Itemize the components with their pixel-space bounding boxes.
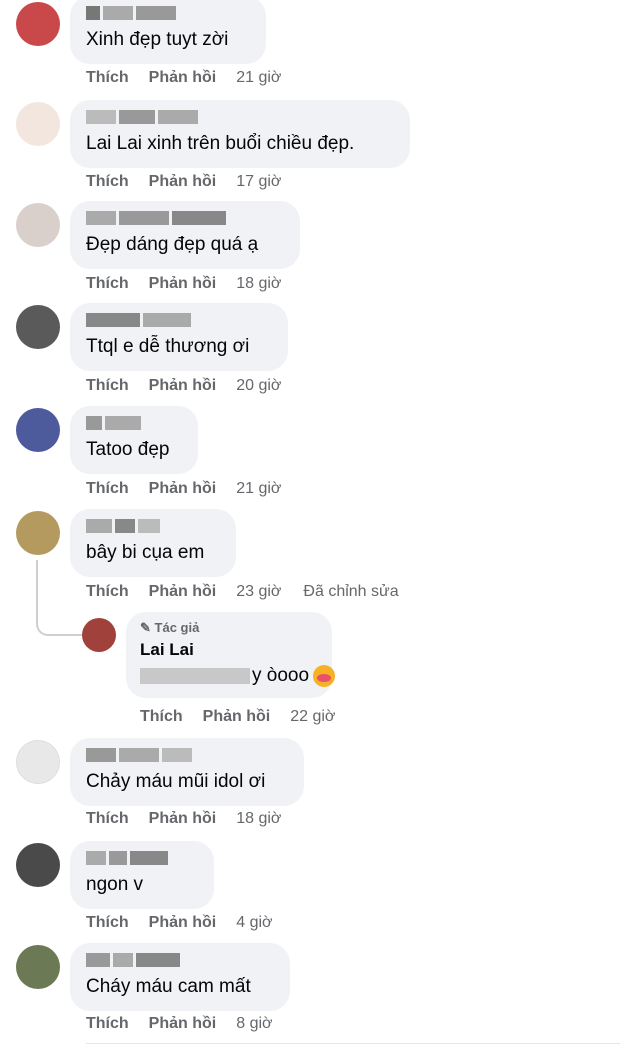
comment-bubble: Đẹp dáng đẹp quá ạ xyxy=(70,201,300,269)
commenter-name-blurred[interactable] xyxy=(86,313,272,327)
avatar[interactable] xyxy=(16,102,60,146)
reply-text-row: y òooo xyxy=(140,664,336,688)
comment-actions: Thích Phản hồi 18 giờ xyxy=(86,810,281,828)
avatar[interactable] xyxy=(82,618,116,652)
pen-icon: ✎ xyxy=(140,620,151,635)
comment-actions: Thích Phản hồi 17 giờ xyxy=(86,173,281,191)
reply-button[interactable]: Phản hồi xyxy=(203,708,271,725)
reply-button[interactable]: Phản hồi xyxy=(149,69,217,86)
like-button[interactable]: Thích xyxy=(86,583,129,600)
avatar[interactable] xyxy=(16,843,60,887)
avatar[interactable] xyxy=(16,945,60,989)
timestamp[interactable]: 8 giờ xyxy=(236,1015,272,1032)
comment-actions: Thích Phản hồi 4 giờ xyxy=(86,914,273,932)
comment-bubble: Cháy máu cam mất xyxy=(70,943,290,1011)
like-button[interactable]: Thích xyxy=(86,69,129,86)
reply-button[interactable]: Phản hồi xyxy=(149,583,217,600)
like-button[interactable]: Thích xyxy=(86,377,129,394)
like-button[interactable]: Thích xyxy=(86,914,129,931)
blurred-text xyxy=(140,667,250,684)
comment-bubble: Ttql e dễ thương ơi xyxy=(70,303,288,371)
commenter-name-blurred[interactable] xyxy=(86,211,284,225)
comment-bubble: Tatoo đẹp xyxy=(70,406,198,474)
timestamp[interactable]: 4 giờ xyxy=(236,914,272,931)
reply-button[interactable]: Phản hồi xyxy=(149,480,217,497)
reply-actions: Thích Phản hồi 22 giờ xyxy=(140,708,335,726)
comment-text: Tatoo đẹp xyxy=(86,439,170,460)
comment-text: ngon v xyxy=(86,874,144,895)
commenter-name-blurred[interactable] xyxy=(86,519,220,533)
comment-actions: Thích Phản hồi 8 giờ xyxy=(86,1015,273,1033)
avatar[interactable] xyxy=(16,2,60,46)
comment-text: Đẹp dáng đẹp quá ạ xyxy=(86,234,259,255)
comment-actions: Thích Phản hồi 18 giờ xyxy=(86,275,281,293)
comment-bubble: Xinh đẹp tuyt zời xyxy=(70,0,266,64)
reply-button[interactable]: Phản hồi xyxy=(149,914,217,931)
emoji-icon xyxy=(313,664,336,687)
commenter-name-blurred[interactable] xyxy=(86,748,288,762)
comment-text: Cháy máu cam mất xyxy=(86,976,251,997)
avatar[interactable] xyxy=(16,511,60,555)
comment-bubble: Lai Lai xinh trên buổi chiều đẹp. xyxy=(70,100,410,168)
reply-text: y òooo xyxy=(252,665,310,686)
reply-button[interactable]: Phản hồi xyxy=(149,275,217,292)
author-name[interactable]: Lai Lai xyxy=(140,640,318,660)
timestamp[interactable]: 17 giờ xyxy=(236,173,281,190)
commenter-name-blurred[interactable] xyxy=(86,6,250,20)
like-button[interactable]: Thích xyxy=(140,708,183,725)
reply-button[interactable]: Phản hồi xyxy=(149,173,217,190)
commenter-name-blurred[interactable] xyxy=(86,110,394,124)
comment-text: Xinh đẹp tuyt zời xyxy=(86,29,229,50)
commenter-name-blurred[interactable] xyxy=(86,851,198,865)
timestamp[interactable]: 21 giờ xyxy=(236,69,281,86)
commenter-name-blurred[interactable] xyxy=(86,416,182,430)
like-button[interactable]: Thích xyxy=(86,1015,129,1032)
avatar[interactable] xyxy=(16,305,60,349)
timestamp[interactable]: 18 giờ xyxy=(236,810,281,827)
avatar[interactable] xyxy=(16,408,60,452)
comment-text: bây bi cụa em xyxy=(86,542,205,563)
comment-actions: Thích Phản hồi 20 giờ xyxy=(86,377,281,395)
timestamp[interactable]: 22 giờ xyxy=(290,708,335,725)
reply-button[interactable]: Phản hồi xyxy=(149,377,217,394)
author-badge: ✎ Tác giả xyxy=(140,620,200,635)
timestamp[interactable]: 18 giờ xyxy=(236,275,281,292)
comment-bubble: ngon v xyxy=(70,841,214,909)
avatar[interactable] xyxy=(16,203,60,247)
comment-actions: Thích Phản hồi 23 giờ Đã chỉnh sửa xyxy=(86,583,399,601)
like-button[interactable]: Thích xyxy=(86,810,129,827)
like-button[interactable]: Thích xyxy=(86,480,129,497)
timestamp[interactable]: 21 giờ xyxy=(236,480,281,497)
commenter-name-blurred[interactable] xyxy=(86,953,274,967)
edited-label[interactable]: Đã chỉnh sửa xyxy=(303,583,398,600)
avatar[interactable] xyxy=(16,740,60,784)
comment-text: Chảy máu mũi idol ơi xyxy=(86,771,266,792)
comment-actions: Thích Phản hồi 21 giờ xyxy=(86,480,281,498)
comment-bubble: bây bi cụa em xyxy=(70,509,236,577)
reply-button[interactable]: Phản hồi xyxy=(149,810,217,827)
reply-thread-connector xyxy=(36,560,82,636)
like-button[interactable]: Thích xyxy=(86,275,129,292)
comment-text: Ttql e dễ thương ơi xyxy=(86,336,250,357)
timestamp[interactable]: 20 giờ xyxy=(236,377,281,394)
like-button[interactable]: Thích xyxy=(86,173,129,190)
comment-bubble: Chảy máu mũi idol ơi xyxy=(70,738,304,806)
comment-text: Lai Lai xinh trên buổi chiều đẹp. xyxy=(86,133,355,154)
timestamp[interactable]: 23 giờ xyxy=(236,583,281,600)
reply-button[interactable]: Phản hồi xyxy=(149,1015,217,1032)
reply-bubble: ✎ Tác giả Lai Lai y òooo xyxy=(126,612,336,698)
comment-actions: Thích Phản hồi 21 giờ xyxy=(86,69,281,87)
divider xyxy=(86,1043,620,1044)
